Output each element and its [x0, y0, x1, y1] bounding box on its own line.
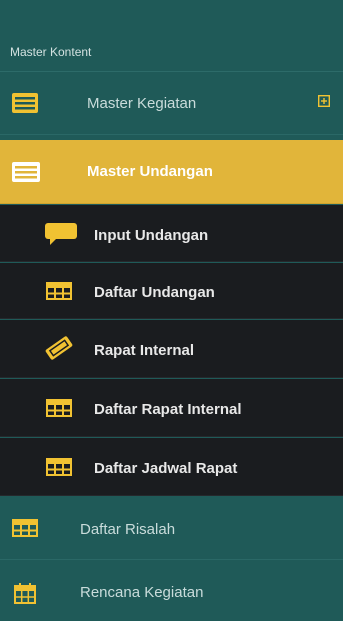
- menu-item-rencana-kegiatan[interactable]: Rencana Kegiatan: [0, 561, 343, 621]
- ticket-icon: [45, 336, 73, 360]
- menu-item-daftar-risalah[interactable]: Daftar Risalah: [0, 497, 343, 560]
- menu-label-daftar-risalah: Daftar Risalah: [80, 521, 176, 538]
- submenu-item-daftar-rapat-internal[interactable]: Daftar Rapat Internal: [0, 379, 343, 437]
- submenu-label-daftar-rapat-internal: Daftar Rapat Internal: [94, 401, 242, 418]
- menu-item-master-undangan[interactable]: Master Undangan: [0, 140, 343, 204]
- submenu-item-daftar-jadwal-rapat[interactable]: Daftar Jadwal Rapat: [0, 438, 343, 496]
- section-title: Master Kontent: [10, 45, 92, 59]
- table-icon: [46, 458, 72, 476]
- sidebar-menu: Master Kontent Master Kegiatan Master Un…: [0, 0, 343, 621]
- submenu-label-daftar-jadwal-rapat: Daftar Jadwal Rapat: [94, 460, 238, 477]
- table-icon: [46, 399, 72, 417]
- menu-label-master-undangan: Master Undangan: [87, 163, 213, 180]
- menu-item-master-kegiatan[interactable]: Master Kegiatan: [0, 73, 343, 135]
- calendar-icon: [14, 583, 36, 604]
- menu-label-master-kegiatan: Master Kegiatan: [87, 95, 197, 112]
- section-header: Master Kontent: [0, 7, 343, 72]
- submenu-label-rapat-internal: Rapat Internal: [94, 342, 195, 359]
- list-card-icon: [12, 93, 38, 113]
- submenu-label-input-undangan: Input Undangan: [94, 227, 209, 244]
- menu-label-rencana-kegiatan: Rencana Kegiatan: [80, 584, 204, 601]
- list-card-icon: [12, 162, 40, 182]
- submenu-label-daftar-undangan: Daftar Undangan: [94, 284, 215, 301]
- submenu-item-input-undangan[interactable]: Input Undangan: [0, 205, 343, 262]
- submenu-item-rapat-internal[interactable]: Rapat Internal: [0, 320, 343, 378]
- table-icon: [46, 282, 72, 300]
- speech-bubble-icon: [45, 223, 77, 245]
- submenu-item-daftar-undangan[interactable]: Daftar Undangan: [0, 263, 343, 319]
- plus-square-icon[interactable]: [318, 95, 330, 107]
- table-icon: [12, 519, 38, 537]
